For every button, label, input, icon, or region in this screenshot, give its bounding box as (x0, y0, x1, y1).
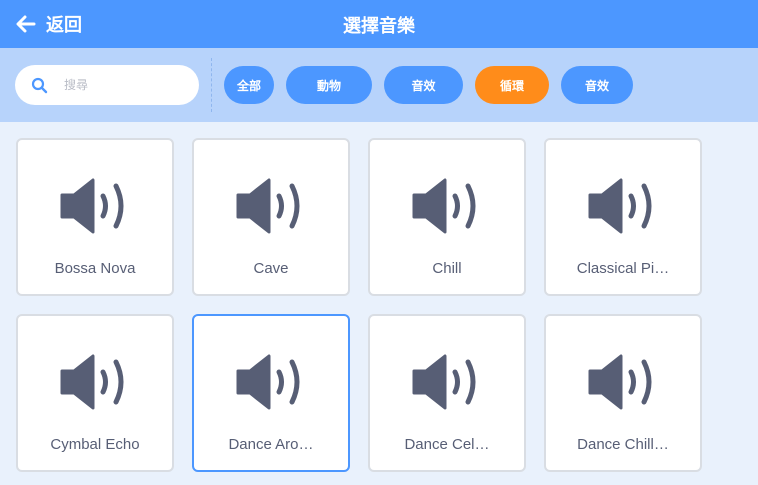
divider (211, 58, 212, 112)
filter-bar: 全部 動物 音效 循環 音效 (0, 48, 758, 122)
speaker-icon (60, 354, 132, 410)
filter-chip-loops[interactable]: 循環 (475, 66, 549, 104)
sound-card-selected[interactable]: Dance Aro… (192, 314, 350, 472)
sound-name: Chill (432, 260, 462, 277)
sound-card[interactable]: Bossa Nova (16, 138, 174, 296)
search-icon (31, 77, 48, 94)
sound-card[interactable]: Dance Chill… (544, 314, 702, 472)
sound-name: Cave (253, 260, 289, 277)
page-title: 選擇音樂 (343, 16, 415, 36)
sound-card[interactable]: Classical Pi… (544, 138, 702, 296)
sound-card[interactable]: Cymbal Echo (16, 314, 174, 472)
speaker-icon (412, 354, 484, 410)
speaker-icon (412, 178, 484, 234)
sound-name: Dance Aro… (228, 436, 314, 453)
sound-card[interactable]: Cave (192, 138, 350, 296)
sound-name: Dance Cel… (404, 436, 490, 453)
speaker-icon (236, 354, 308, 410)
speaker-icon (588, 354, 660, 410)
filter-chip-animals[interactable]: 動物 (286, 66, 372, 104)
sound-card[interactable]: Dance Cel… (368, 314, 526, 472)
search-input[interactable] (62, 77, 186, 93)
sound-name: Bossa Nova (54, 260, 136, 277)
sound-name: Dance Chill… (577, 436, 669, 453)
filter-chip-effects[interactable]: 音效 (384, 66, 463, 104)
sound-card[interactable]: Chill (368, 138, 526, 296)
sound-name: Classical Pi… (576, 260, 670, 277)
filter-chip-all[interactable]: 全部 (224, 66, 274, 104)
speaker-icon (60, 178, 132, 234)
filter-chip-effects-2[interactable]: 音效 (561, 66, 633, 104)
search-box[interactable] (15, 65, 199, 105)
sound-grid: Bossa Nova Cave Chill Classical Pi… Cymb… (0, 122, 758, 485)
speaker-icon (236, 178, 308, 234)
speaker-icon (588, 178, 660, 234)
header: 返回 選擇音樂 (0, 0, 758, 48)
sound-name: Cymbal Echo (50, 436, 140, 453)
